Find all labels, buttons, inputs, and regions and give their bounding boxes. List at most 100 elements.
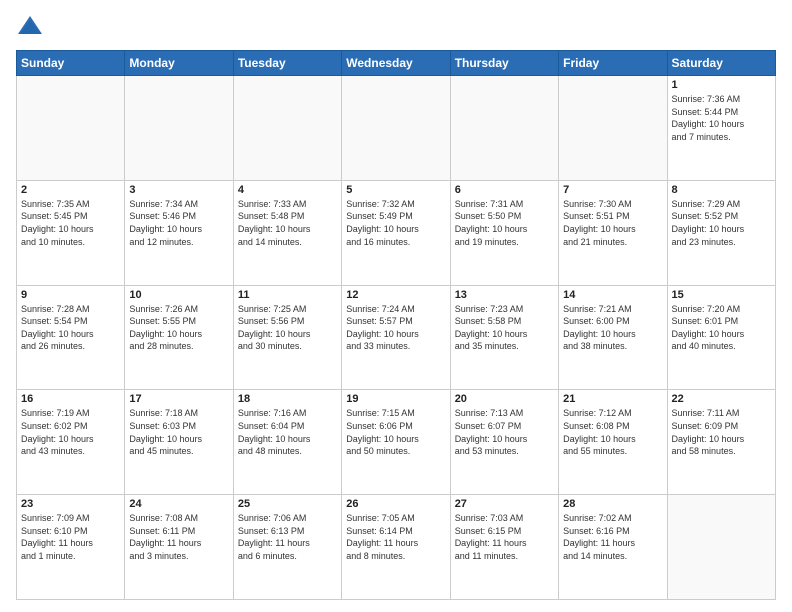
day-info: Sunrise: 7:31 AM Sunset: 5:50 PM Dayligh… (455, 198, 554, 248)
day-info: Sunrise: 7:12 AM Sunset: 6:08 PM Dayligh… (563, 407, 662, 457)
day-number: 18 (238, 393, 337, 405)
day-number: 16 (21, 393, 120, 405)
weekday-header: Wednesday (342, 51, 450, 76)
calendar-cell: 5Sunrise: 7:32 AM Sunset: 5:49 PM Daylig… (342, 180, 450, 285)
calendar-cell: 25 Sunrise: 7:06 AM Sunset: 6:13 PM Dayli… (233, 495, 341, 600)
week-row: 16 Sunrise: 7:19 AM Sunset: 6:02 PM Dayli… (17, 390, 776, 495)
day-number: 27 (455, 498, 554, 510)
header (16, 12, 776, 40)
calendar-cell: 26 Sunrise: 7:05 AM Sunset: 6:14 PM Dayli… (342, 495, 450, 600)
day-number: 10 (129, 289, 228, 301)
weekday-header: Thursday (450, 51, 558, 76)
day-number: 19 (346, 393, 445, 405)
calendar-cell (559, 76, 667, 181)
weekday-header: Tuesday (233, 51, 341, 76)
calendar-cell (233, 76, 341, 181)
day-number: 24 (129, 498, 228, 510)
calendar-cell: 7 Sunrise: 7:30 AM Sunset: 5:51 PM Daylig… (559, 180, 667, 285)
day-info: Sunrise: 7:13 AM Sunset: 6:07 PM Dayligh… (455, 407, 554, 457)
logo (16, 12, 48, 40)
day-info: Sunrise: 7:05 AM Sunset: 6:14 PM Dayligh… (346, 512, 445, 562)
day-number: 15 (672, 289, 771, 301)
week-row: 9 Sunrise: 7:28 AM Sunset: 5:54 PM Daylig… (17, 285, 776, 390)
calendar-cell: 15 Sunrise: 7:20 AM Sunset: 6:01 PM Dayli… (667, 285, 775, 390)
weekday-header: Saturday (667, 51, 775, 76)
day-number: 8 (672, 184, 771, 196)
day-number: 28 (563, 498, 662, 510)
weekday-header: Sunday (17, 51, 125, 76)
day-info: Sunrise: 7:34 AM Sunset: 5:46 PM Dayligh… (129, 198, 228, 248)
calendar-cell: 8 Sunrise: 7:29 AM Sunset: 5:52 PM Daylig… (667, 180, 775, 285)
day-number: 9 (21, 289, 120, 301)
calendar-cell (342, 76, 450, 181)
calendar-cell (450, 76, 558, 181)
day-info: Sunrise: 7:25 AM Sunset: 5:56 PM Dayligh… (238, 303, 337, 353)
day-info: Sunrise: 7:16 AM Sunset: 6:04 PM Dayligh… (238, 407, 337, 457)
day-info: Sunrise: 7:09 AM Sunset: 6:10 PM Dayligh… (21, 512, 120, 562)
day-number: 23 (21, 498, 120, 510)
calendar-cell (125, 76, 233, 181)
calendar-cell: 12 Sunrise: 7:24 AM Sunset: 5:57 PM Dayli… (342, 285, 450, 390)
day-number: 1 (672, 79, 771, 91)
day-number: 4 (238, 184, 337, 196)
calendar-cell: 21 Sunrise: 7:12 AM Sunset: 6:08 PM Dayli… (559, 390, 667, 495)
calendar-header: SundayMondayTuesdayWednesdayThursdayFrid… (17, 51, 776, 76)
day-info: Sunrise: 7:08 AM Sunset: 6:11 PM Dayligh… (129, 512, 228, 562)
day-number: 14 (563, 289, 662, 301)
calendar-cell (667, 495, 775, 600)
day-info: Sunrise: 7:02 AM Sunset: 6:16 PM Dayligh… (563, 512, 662, 562)
calendar-cell: 10 Sunrise: 7:26 AM Sunset: 5:55 PM Dayli… (125, 285, 233, 390)
day-number: 7 (563, 184, 662, 196)
weekday-header: Monday (125, 51, 233, 76)
day-info: Sunrise: 7:11 AM Sunset: 6:09 PM Dayligh… (672, 407, 771, 457)
day-info: Sunrise: 7:20 AM Sunset: 6:01 PM Dayligh… (672, 303, 771, 353)
day-info: Sunrise: 7:36 AM Sunset: 5:44 PM Dayligh… (672, 93, 771, 143)
calendar-cell: 14Sunrise: 7:21 AM Sunset: 6:00 PM Dayli… (559, 285, 667, 390)
week-row: 23 Sunrise: 7:09 AM Sunset: 6:10 PM Dayli… (17, 495, 776, 600)
day-info: Sunrise: 7:29 AM Sunset: 5:52 PM Dayligh… (672, 198, 771, 248)
day-number: 13 (455, 289, 554, 301)
calendar-cell (17, 76, 125, 181)
logo-icon (16, 12, 44, 40)
day-number: 26 (346, 498, 445, 510)
calendar-cell: 16 Sunrise: 7:19 AM Sunset: 6:02 PM Dayli… (17, 390, 125, 495)
day-info: Sunrise: 7:03 AM Sunset: 6:15 PM Dayligh… (455, 512, 554, 562)
day-info: Sunrise: 7:35 AM Sunset: 5:45 PM Dayligh… (21, 198, 120, 248)
page: SundayMondayTuesdayWednesdayThursdayFrid… (0, 0, 792, 612)
day-number: 22 (672, 393, 771, 405)
day-number: 2 (21, 184, 120, 196)
calendar-cell: 6 Sunrise: 7:31 AM Sunset: 5:50 PM Daylig… (450, 180, 558, 285)
day-info: Sunrise: 7:19 AM Sunset: 6:02 PM Dayligh… (21, 407, 120, 457)
day-info: Sunrise: 7:28 AM Sunset: 5:54 PM Dayligh… (21, 303, 120, 353)
calendar-cell: 23 Sunrise: 7:09 AM Sunset: 6:10 PM Dayli… (17, 495, 125, 600)
calendar-cell: 3 Sunrise: 7:34 AM Sunset: 5:46 PM Daylig… (125, 180, 233, 285)
day-number: 6 (455, 184, 554, 196)
day-info: Sunrise: 7:33 AM Sunset: 5:48 PM Dayligh… (238, 198, 337, 248)
calendar-cell: 1 Sunrise: 7:36 AM Sunset: 5:44 PM Daylig… (667, 76, 775, 181)
day-info: Sunrise: 7:24 AM Sunset: 5:57 PM Dayligh… (346, 303, 445, 353)
calendar-cell: 20 Sunrise: 7:13 AM Sunset: 6:07 PM Dayli… (450, 390, 558, 495)
calendar-cell: 28 Sunrise: 7:02 AM Sunset: 6:16 PM Dayli… (559, 495, 667, 600)
weekday-row: SundayMondayTuesdayWednesdayThursdayFrid… (17, 51, 776, 76)
day-info: Sunrise: 7:23 AM Sunset: 5:58 PM Dayligh… (455, 303, 554, 353)
day-info: Sunrise: 7:30 AM Sunset: 5:51 PM Dayligh… (563, 198, 662, 248)
calendar-cell: 17Sunrise: 7:18 AM Sunset: 6:03 PM Dayli… (125, 390, 233, 495)
day-number: 11 (238, 289, 337, 301)
week-row: 2 Sunrise: 7:35 AM Sunset: 5:45 PM Daylig… (17, 180, 776, 285)
day-info: Sunrise: 7:26 AM Sunset: 5:55 PM Dayligh… (129, 303, 228, 353)
calendar-cell: 9 Sunrise: 7:28 AM Sunset: 5:54 PM Daylig… (17, 285, 125, 390)
calendar-cell: 4 Sunrise: 7:33 AM Sunset: 5:48 PM Daylig… (233, 180, 341, 285)
week-row: 1 Sunrise: 7:36 AM Sunset: 5:44 PM Daylig… (17, 76, 776, 181)
day-number: 20 (455, 393, 554, 405)
calendar-body: 1 Sunrise: 7:36 AM Sunset: 5:44 PM Daylig… (17, 76, 776, 600)
calendar-cell: 24 Sunrise: 7:08 AM Sunset: 6:11 PM Dayli… (125, 495, 233, 600)
day-number: 21 (563, 393, 662, 405)
calendar-cell: 2 Sunrise: 7:35 AM Sunset: 5:45 PM Daylig… (17, 180, 125, 285)
day-number: 12 (346, 289, 445, 301)
day-info: Sunrise: 7:06 AM Sunset: 6:13 PM Dayligh… (238, 512, 337, 562)
day-info: Sunrise: 7:32 AM Sunset: 5:49 PM Dayligh… (346, 198, 445, 248)
day-number: 3 (129, 184, 228, 196)
day-number: 25 (238, 498, 337, 510)
calendar: SundayMondayTuesdayWednesdayThursdayFrid… (16, 50, 776, 600)
calendar-cell: 13 Sunrise: 7:23 AM Sunset: 5:58 PM Dayli… (450, 285, 558, 390)
